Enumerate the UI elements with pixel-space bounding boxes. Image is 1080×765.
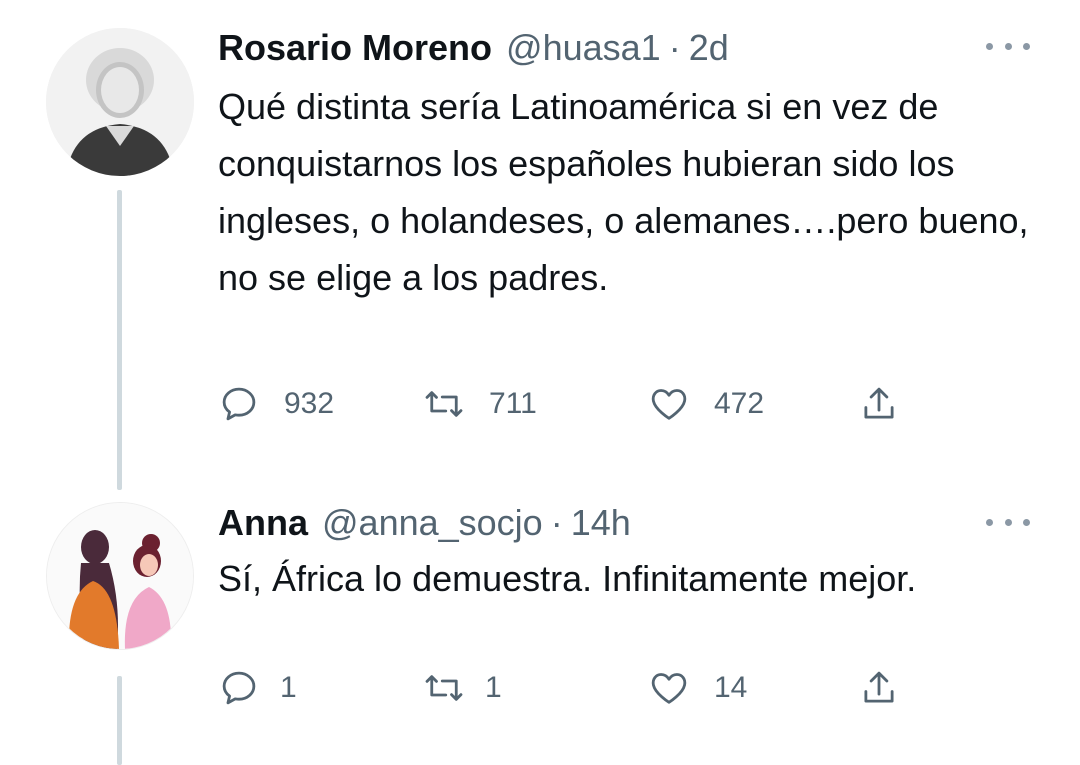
retweet-count: 711 <box>489 387 537 420</box>
retweet-button[interactable]: 711 <box>423 380 537 428</box>
retweet-button[interactable]: 1 <box>423 664 502 712</box>
tweet-header: Rosario Moreno @huasa1 · 2d <box>218 27 729 71</box>
avatar[interactable] <box>46 28 194 176</box>
more-options-button[interactable] <box>986 36 1030 56</box>
tweet[interactable]: Rosario Moreno @huasa1 · 2d Qué distinta… <box>0 0 1080 490</box>
reply-button[interactable]: 1 <box>218 664 297 712</box>
action-bar: 1 1 14 <box>218 664 918 712</box>
tweet-header: Anna @anna_socjo · 14h <box>218 502 631 546</box>
avatar[interactable] <box>46 502 194 650</box>
author-handle[interactable]: @anna_socjo <box>322 502 543 544</box>
retweet-count: 1 <box>485 671 502 704</box>
thread-line <box>117 190 122 490</box>
more-options-button[interactable] <box>986 512 1030 532</box>
action-bar: 932 711 472 <box>218 380 918 428</box>
share-icon <box>864 671 894 703</box>
author-handle[interactable]: @huasa1 <box>506 27 661 69</box>
illustration-icon <box>47 503 193 649</box>
author-name[interactable]: Anna <box>218 502 308 544</box>
timestamp[interactable]: 2d <box>689 27 729 69</box>
more-horizontal-icon <box>986 518 993 526</box>
share-icon <box>864 387 894 419</box>
comment-icon <box>222 387 256 421</box>
comment-icon <box>222 671 256 705</box>
heart-icon <box>651 389 687 420</box>
like-count: 14 <box>714 671 748 704</box>
user-photo-icon <box>46 28 194 176</box>
separator: · <box>550 502 563 543</box>
tweet-text: Qué distinta sería Latinoamérica si en v… <box>218 86 1029 298</box>
timestamp[interactable]: 14h <box>571 502 631 544</box>
like-button[interactable]: 14 <box>648 664 747 712</box>
more-horizontal-icon <box>986 42 993 50</box>
like-count: 472 <box>714 387 765 420</box>
retweet-icon <box>425 675 463 701</box>
tweet-text: Sí, África lo demuestra. Infinitamente m… <box>218 558 917 599</box>
thread-line <box>117 676 122 765</box>
retweet-icon <box>425 391 463 417</box>
like-button[interactable]: 472 <box>648 380 764 428</box>
tweet[interactable]: Anna @anna_socjo · 14h Sí, África lo dem… <box>0 480 1080 765</box>
author-name[interactable]: Rosario Moreno <box>218 27 492 69</box>
share-button[interactable] <box>858 664 900 712</box>
reply-count: 932 <box>284 387 335 420</box>
reply-count: 1 <box>280 671 297 704</box>
reply-button[interactable]: 932 <box>218 380 334 428</box>
separator: · <box>668 27 681 68</box>
share-button[interactable] <box>858 380 900 428</box>
heart-icon <box>651 673 687 704</box>
